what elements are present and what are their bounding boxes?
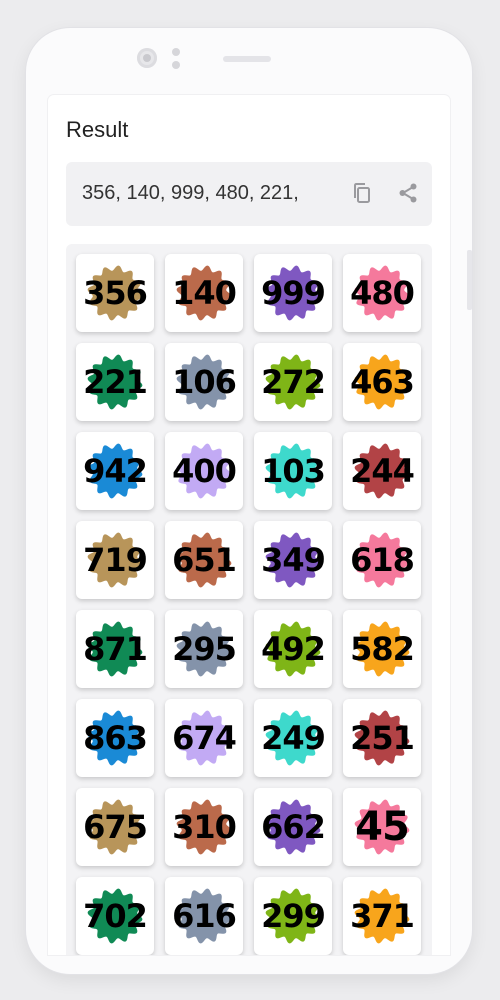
tile-number: 272 <box>261 363 326 401</box>
tile-number: 719 <box>83 541 148 579</box>
tile-number: 251 <box>350 719 415 757</box>
tile-number: 616 <box>172 897 237 935</box>
number-tile[interactable]: 221 <box>76 343 154 421</box>
number-tile[interactable]: 662 <box>254 788 332 866</box>
number-tile[interactable]: 463 <box>343 343 421 421</box>
tile-number: 863 <box>83 719 148 757</box>
sensor-dot <box>172 48 180 56</box>
number-tile[interactable]: 106 <box>165 343 243 421</box>
number-tile[interactable]: 400 <box>165 432 243 510</box>
number-tile[interactable]: 272 <box>254 343 332 421</box>
tile-number: 674 <box>172 719 237 757</box>
tile-number: 295 <box>172 630 237 668</box>
number-tile[interactable]: 942 <box>76 432 154 510</box>
tile-number: 675 <box>83 808 148 846</box>
tile-number: 463 <box>350 363 415 401</box>
tile-number: 492 <box>261 630 326 668</box>
number-tile[interactable]: 249 <box>254 699 332 777</box>
number-tile[interactable]: 349 <box>254 521 332 599</box>
tile-number: 618 <box>350 541 415 579</box>
number-tile[interactable]: 295 <box>165 610 243 688</box>
result-text: 356, 140, 999, 480, 221, <box>82 182 299 204</box>
tile-number: 106 <box>172 363 237 401</box>
tile-number: 249 <box>261 719 326 757</box>
number-tile[interactable]: 244 <box>343 432 421 510</box>
number-tile[interactable]: 356 <box>76 254 154 332</box>
tile-number: 299 <box>261 897 326 935</box>
page-title: Result <box>66 117 129 142</box>
tile-number: 480 <box>350 274 415 312</box>
tile-number: 702 <box>83 897 148 935</box>
number-tile[interactable]: 492 <box>254 610 332 688</box>
tile-number: 999 <box>261 274 326 312</box>
number-tile[interactable]: 310 <box>165 788 243 866</box>
number-grid: 356 140 999 480 221 106 272 463 942 400 103 244 719 6… <box>66 244 432 955</box>
tile-number: 871 <box>83 630 148 668</box>
number-tile[interactable]: 140 <box>165 254 243 332</box>
number-tile[interactable]: 651 <box>165 521 243 599</box>
phone-side-button <box>467 250 472 310</box>
number-tile[interactable]: 480 <box>343 254 421 332</box>
number-tile[interactable]: 871 <box>76 610 154 688</box>
tile-number: 651 <box>172 541 237 579</box>
tile-number: 244 <box>350 452 415 490</box>
tile-number: 371 <box>350 897 415 935</box>
number-tile[interactable]: 675 <box>76 788 154 866</box>
tile-number: 310 <box>172 808 237 846</box>
number-tile[interactable]: 616 <box>165 877 243 955</box>
number-tile[interactable]: 45 <box>343 788 421 866</box>
earpiece-speaker <box>223 56 271 62</box>
tile-number: 356 <box>83 274 148 312</box>
share-icon[interactable] <box>394 179 422 207</box>
app-screen: Result 356, 140, 999, 480, 221, 356 140 99… <box>48 95 450 955</box>
tile-number: 140 <box>172 274 237 312</box>
number-tile[interactable]: 674 <box>165 699 243 777</box>
tile-number: 400 <box>172 452 237 490</box>
number-tile[interactable]: 299 <box>254 877 332 955</box>
tile-number: 349 <box>261 541 326 579</box>
tile-number: 662 <box>261 808 326 846</box>
number-tile[interactable]: 719 <box>76 521 154 599</box>
number-tile[interactable]: 582 <box>343 610 421 688</box>
tile-number: 103 <box>261 452 326 490</box>
tile-number: 221 <box>83 363 148 401</box>
front-camera <box>137 48 157 68</box>
result-field: 356, 140, 999, 480, 221, <box>66 162 432 226</box>
tile-number: 942 <box>83 452 148 490</box>
number-tile[interactable]: 863 <box>76 699 154 777</box>
copy-icon[interactable] <box>348 179 376 207</box>
tile-number: 582 <box>350 630 415 668</box>
number-tile[interactable]: 702 <box>76 877 154 955</box>
tile-number: 45 <box>355 804 410 850</box>
number-tile[interactable]: 999 <box>254 254 332 332</box>
number-tile[interactable]: 618 <box>343 521 421 599</box>
sensor-dot <box>172 61 180 69</box>
number-tile[interactable]: 371 <box>343 877 421 955</box>
number-tile[interactable]: 103 <box>254 432 332 510</box>
number-tile[interactable]: 251 <box>343 699 421 777</box>
